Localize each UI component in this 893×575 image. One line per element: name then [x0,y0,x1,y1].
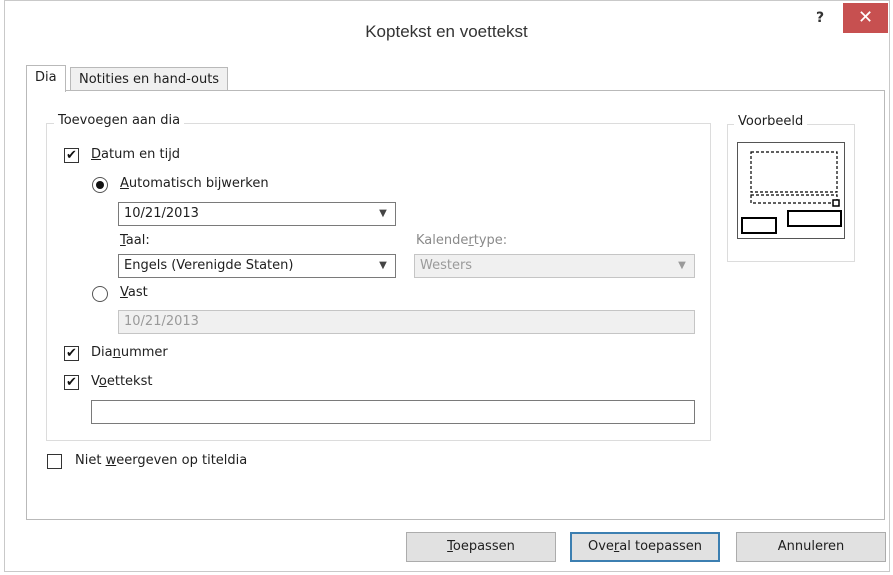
chevron-down-icon: ▼ [379,260,387,271]
auto-date-format-select[interactable]: 10/21/2013 ▼ [118,202,396,226]
apply-all-button[interactable]: Overal toepassen [570,532,720,562]
title-bar: Koptekst en voettekst ? ✕ [0,0,893,62]
calendar-type-label-rest: type: [473,233,508,248]
apply-all-button-rest: al toepassen [619,539,703,554]
tab-dia[interactable]: Dia [26,65,66,92]
footer-label-rest: ettekst [106,374,153,389]
slide-number-label-pre: Dia [91,345,113,360]
language-label-rest: aal: [125,233,150,248]
auto-update-label-accel: A [120,176,129,191]
apply-button-rest: oepassen [452,539,515,554]
chevron-down-icon: ▼ [678,260,686,271]
fixed-radio[interactable] [92,286,108,302]
close-button[interactable]: ✕ [843,3,888,33]
preview-footer-box [787,210,842,227]
hide-on-title-slide-label-rest: eergeven op titeldia [116,453,248,468]
apply-button[interactable]: Toepassen [406,532,556,562]
fixed-date-input[interactable]: 10/21/2013 [118,310,695,334]
auto-update-radio[interactable] [92,177,108,193]
auto-date-format-value: 10/21/2013 [124,206,199,221]
date-time-label-accel: D [91,147,102,162]
footer-label-pre: V [91,374,99,389]
footer-checkbox[interactable]: ✔ [64,375,79,390]
language-value: Engels (Verenigde Staten) [124,258,294,273]
footer-label-accel: o [98,374,107,389]
calendar-type-select[interactable]: Westers ▼ [414,254,695,278]
group-add-to-slide-label: Toevoegen aan dia [54,113,185,128]
hide-on-title-slide-label: Niet weergeven op titeldia [75,453,247,468]
auto-update-radio-dot [96,181,104,189]
footer-label: Voettekst [91,374,152,389]
preview-slide-number-box [832,199,840,207]
cancel-button[interactable]: Annuleren [736,532,886,562]
preview-date-box [741,217,777,234]
auto-update-label-rest: utomatisch bijwerken [128,176,269,191]
language-select[interactable]: Engels (Verenigde Staten) ▼ [118,254,396,278]
slide-number-label: Dianummer [91,345,168,360]
hide-on-title-slide-label-accel: w [105,453,117,468]
date-time-checkbox[interactable]: ✔ [64,148,79,163]
slide-number-label-rest: ummer [120,345,168,360]
hide-on-title-slide-checkbox[interactable] [47,454,62,469]
fixed-label-accel: V [120,285,128,300]
dialog-title: Koptekst en voettekst [365,22,528,41]
date-time-label-rest: atum en tijd [101,147,181,162]
tab-notes-handouts[interactable]: Notities en hand-outs [70,67,229,92]
fixed-date-value: 10/21/2013 [124,314,199,329]
chevron-down-icon: ▼ [379,208,387,219]
date-time-label: Datum en tijd [91,147,180,162]
slide-number-label-accel: n [112,345,121,360]
calendar-type-value: Westers [420,258,473,273]
preview-label: Voorbeeld [734,114,808,129]
footer-text-input[interactable] [91,400,695,424]
hide-on-title-slide-label-pre: Niet [75,453,106,468]
language-label: Taal: [120,233,150,248]
fixed-label: Vast [120,285,148,300]
group-add-to-slide [46,123,711,441]
calendar-type-label: Kalendertype: [416,233,507,248]
calendar-type-label-pre: Kalende [416,233,469,248]
help-button[interactable]: ? [800,4,840,32]
apply-all-button-pre: Ove [587,539,614,554]
slide-preview-image [737,142,845,239]
fixed-label-rest: ast [127,285,148,300]
auto-update-label: Automatisch bijwerken [120,176,269,191]
slide-number-checkbox[interactable]: ✔ [64,346,79,361]
